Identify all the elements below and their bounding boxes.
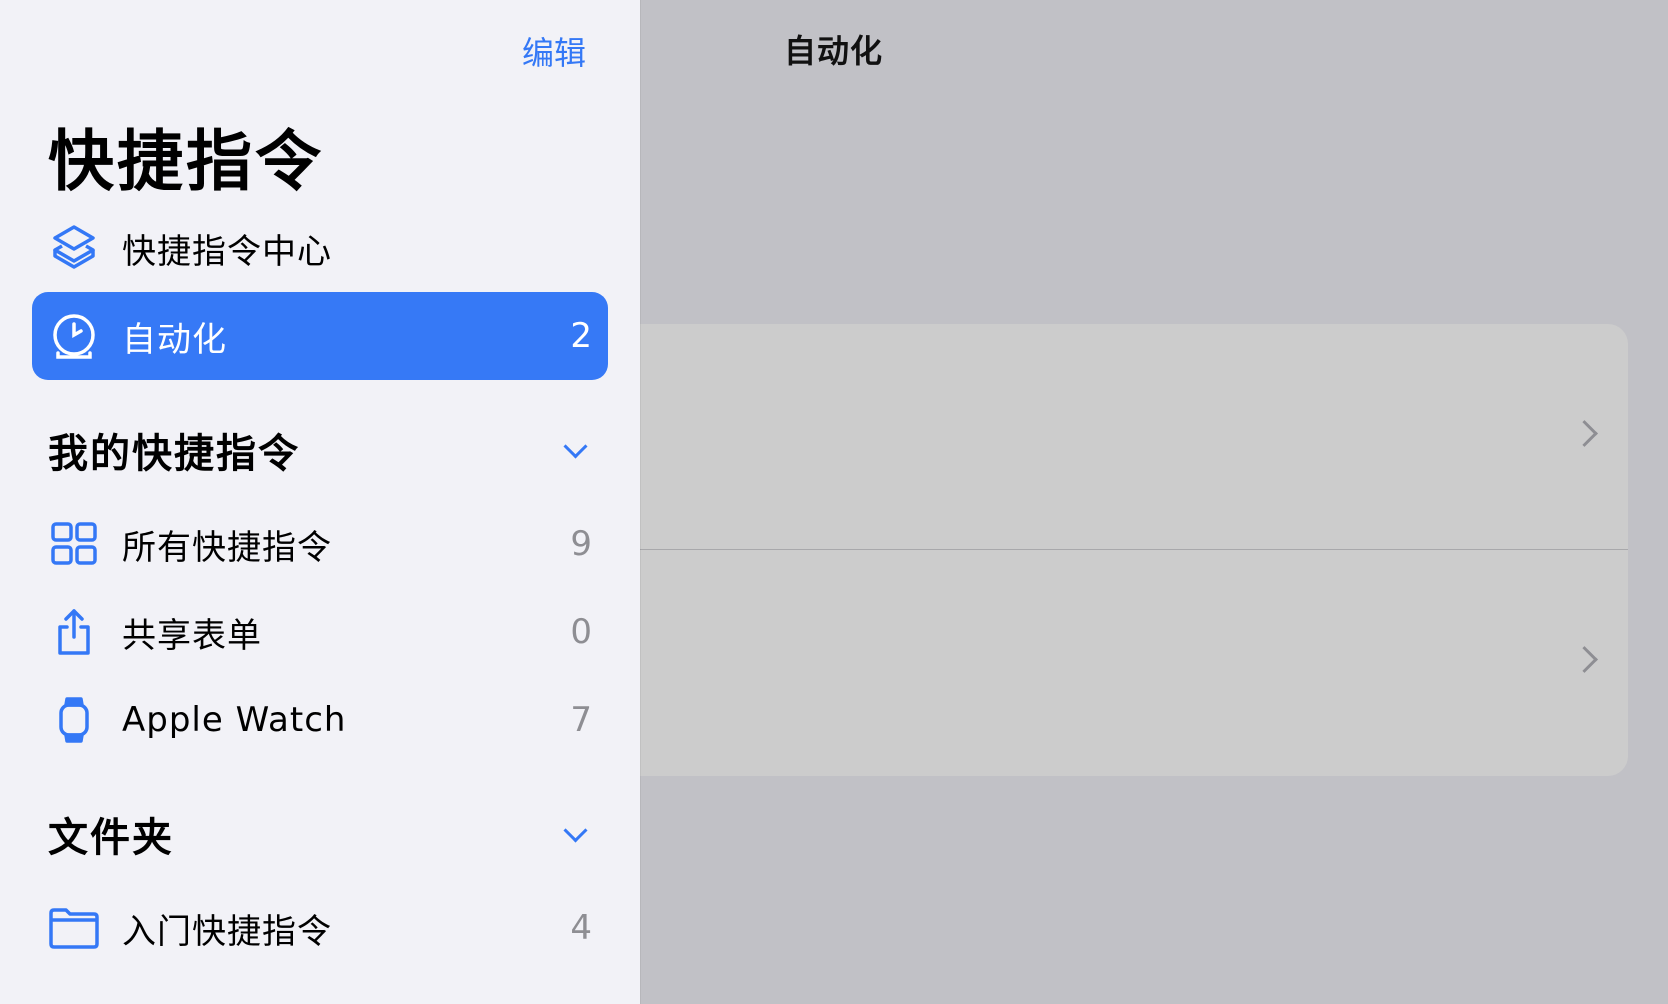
list-item[interactable] xyxy=(560,324,1628,549)
section-title: 我的快捷指令 xyxy=(48,431,300,477)
folder-icon xyxy=(48,902,100,954)
edit-button[interactable]: 编辑 xyxy=(522,28,586,74)
item-count: 0 xyxy=(570,612,592,652)
chevron-right-icon xyxy=(1571,646,1598,673)
sidebar: 编辑 快捷指令 快捷指令中心 自动化 2 我的快捷指令 所有快捷指令 9 共享表… xyxy=(0,0,640,1004)
item-count: 2 xyxy=(570,316,592,356)
sidebar-item-apple-watch[interactable]: Apple Watch 7 xyxy=(32,676,608,764)
sidebar-item-label: 自动化 xyxy=(122,319,227,360)
sidebar-item-share-sheet[interactable]: 共享表单 0 xyxy=(32,588,608,676)
watch-icon xyxy=(48,694,100,746)
sidebar-item-label: 共享表单 xyxy=(122,615,262,656)
item-count: 9 xyxy=(570,524,592,564)
page-title: 自动化 xyxy=(784,32,884,70)
sidebar-item-label: 所有快捷指令 xyxy=(122,527,332,568)
chevron-down-icon xyxy=(563,433,588,459)
item-count: 7 xyxy=(570,700,592,740)
sidebar-item-starter-shortcuts[interactable]: 入门快捷指令 4 xyxy=(32,884,608,972)
sidebar-item-all-shortcuts[interactable]: 所有快捷指令 9 xyxy=(32,500,608,588)
automation-list xyxy=(560,324,1628,776)
grid-icon xyxy=(48,518,100,570)
sidebar-item-label: 入门快捷指令 xyxy=(122,911,332,952)
clock-icon xyxy=(48,310,100,362)
sidebar-item-gallery[interactable]: 快捷指令中心 xyxy=(32,204,608,292)
section-header-folders[interactable]: 文件夹 xyxy=(48,804,594,864)
sidebar-item-automation[interactable]: 自动化 2 xyxy=(32,292,608,380)
section-title: 文件夹 xyxy=(48,815,174,861)
section-header-my-shortcuts[interactable]: 我的快捷指令 xyxy=(48,420,594,480)
sidebar-item-label: Apple Watch xyxy=(122,700,347,740)
layers-icon xyxy=(48,222,100,274)
sidebar-title: 快捷指令 xyxy=(48,123,324,200)
list-item[interactable] xyxy=(560,550,1628,775)
item-count: 4 xyxy=(570,908,592,948)
sidebar-item-label: 快捷指令中心 xyxy=(122,231,332,272)
chevron-down-icon xyxy=(563,817,588,843)
share-icon xyxy=(48,606,100,658)
chevron-right-icon xyxy=(1571,420,1598,447)
